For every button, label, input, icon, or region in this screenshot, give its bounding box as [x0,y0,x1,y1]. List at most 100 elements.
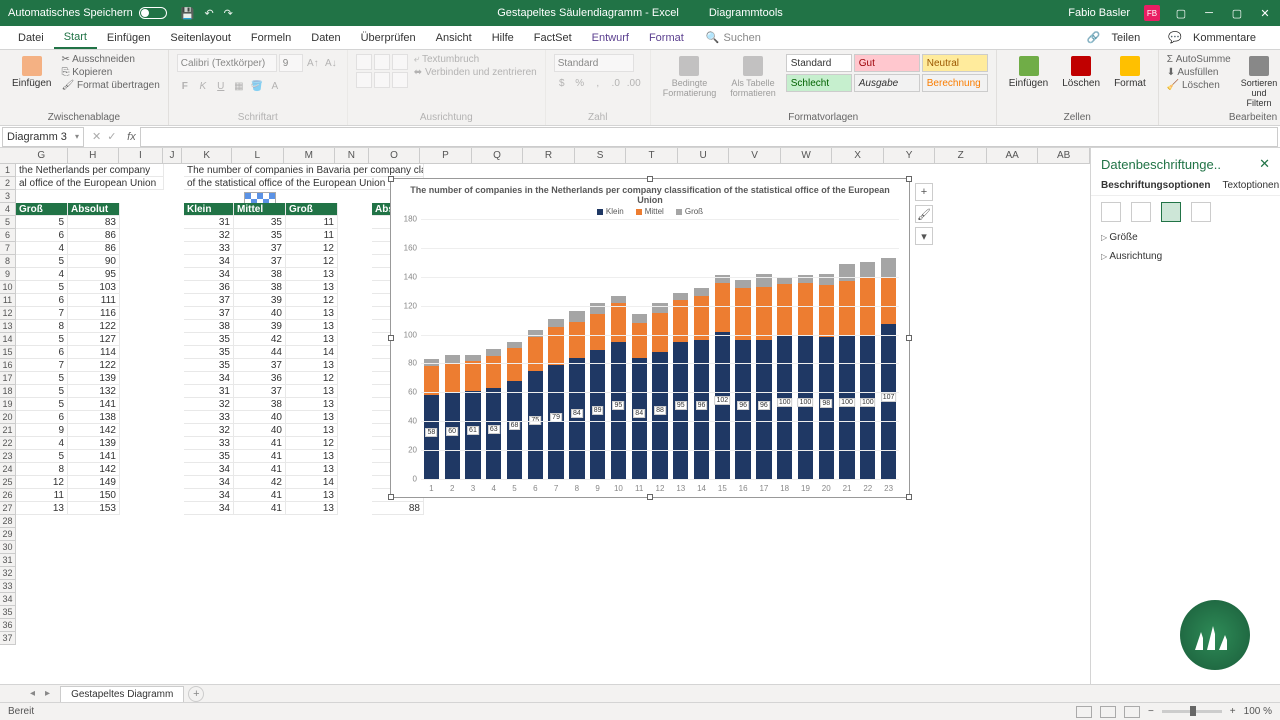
tab-daten[interactable]: Daten [301,28,350,48]
conditional-format-button[interactable]: Bedingte Formatierung [659,54,721,100]
search-icon[interactable]: 🔍 [706,31,720,44]
sheet-nav-first-icon[interactable]: ◂ [30,688,35,699]
chart-bars[interactable]: 5816026136346857567978488999510841188129… [421,219,899,479]
legend-klein[interactable]: Klein [597,207,624,216]
percent-icon[interactable]: % [572,75,588,91]
resize-handle[interactable] [647,176,653,182]
view-layout-icon[interactable] [1100,706,1116,718]
delete-cells-button[interactable]: Löschen [1058,54,1104,91]
tab-ansicht[interactable]: Ansicht [426,28,482,48]
number-format-select[interactable] [554,54,634,72]
tab-factset[interactable]: FactSet [524,28,582,48]
comments-button[interactable]: 💬 Kommentare [1160,28,1272,47]
minimize-icon[interactable]: ─ [1202,7,1216,19]
undo-icon[interactable]: ↶ [204,7,213,20]
user-avatar[interactable]: FB [1144,5,1160,21]
copy-button[interactable]: ⎘ Kopieren [61,67,159,78]
resize-handle[interactable] [388,494,394,500]
legend-mittel[interactable]: Mittel [636,207,664,216]
border-button[interactable]: ▦ [231,78,247,94]
wrap-text-button[interactable]: ⤶ Textumbruch [414,54,537,65]
sheet-tab-active[interactable]: Gestapeltes Diagramm [60,686,184,702]
currency-icon[interactable]: $ [554,75,570,91]
maximize-icon[interactable]: ▢ [1230,7,1244,20]
merge-button[interactable]: ⬌ Verbinden und zentrieren [414,67,537,78]
sheet-nav-prev-icon[interactable]: ▸ [45,688,50,699]
inc-decimal-icon[interactable]: .0 [608,75,624,91]
resize-handle[interactable] [388,176,394,182]
view-pagebreak-icon[interactable] [1124,706,1140,718]
pane-close-icon[interactable]: ✕ [1259,156,1270,172]
pane-icon-size[interactable] [1161,202,1181,222]
format-as-table-button[interactable]: Als Tabelle formatieren [726,54,780,100]
legend-gross[interactable]: Groß [676,207,703,216]
font-color-button[interactable]: A [267,78,283,94]
pane-tab-text-options[interactable]: Textoptionen [1222,180,1279,191]
cut-button[interactable]: ✂ Ausschneiden [61,54,159,65]
resize-handle[interactable] [906,335,912,341]
tab-entwurf[interactable]: Entwurf [582,28,639,48]
formula-input[interactable] [140,127,1278,147]
pane-icon-fill[interactable] [1101,202,1121,222]
save-icon[interactable]: 💾 [181,7,195,20]
tab-formeln[interactable]: Formeln [241,28,301,48]
tab-datei[interactable]: Datei [8,28,54,48]
zoom-slider[interactable] [1162,710,1222,713]
name-box[interactable]: Diagramm 3▾ [2,127,84,147]
chart-styles-button[interactable]: 🖌 [915,205,933,223]
autosum-button[interactable]: Σ AutoSumme [1167,54,1231,65]
underline-button[interactable]: U [213,78,229,94]
grow-font-icon[interactable]: A↑ [305,55,321,71]
style-standard[interactable]: Standard [786,54,852,72]
comma-icon[interactable]: , [590,75,606,91]
column-headers[interactable]: GHIJKLMNOPQRSTUVWXYZAAAB [0,148,1090,164]
ribbon-options-icon[interactable]: ▢ [1174,7,1188,20]
pane-icon-effects[interactable] [1131,202,1151,222]
tab-ueberpruefen[interactable]: Überprüfen [351,28,426,48]
dec-decimal-icon[interactable]: .00 [626,75,642,91]
bold-button[interactable]: F [177,78,193,94]
close-icon[interactable]: ✕ [1258,7,1272,20]
tab-start[interactable]: Start [54,27,97,49]
resize-handle[interactable] [906,494,912,500]
sort-filter-button[interactable]: Sortieren und Filtern [1237,54,1280,110]
insert-cells-button[interactable]: Einfügen [1005,54,1052,91]
resize-handle[interactable] [647,494,653,500]
format-painter-button[interactable]: 🖌 Format übertragen [61,80,159,91]
pane-tab-label-options[interactable]: Beschriftungsoptionen [1101,180,1210,191]
chart-title[interactable]: The number of companies in the Netherlan… [391,179,909,207]
fill-button[interactable]: ⬇ Ausfüllen [1167,67,1231,78]
paste-button[interactable]: Einfügen [8,54,55,91]
pane-icon-bars[interactable] [1191,202,1211,222]
redo-icon[interactable]: ↷ [224,7,233,20]
italic-button[interactable]: K [195,78,211,94]
enter-formula-icon[interactable]: ✓ [107,130,116,143]
fx-icon[interactable]: fx [122,131,140,143]
plot-area[interactable]: 020406080100120140160180 581602613634685… [421,219,899,479]
y-axis[interactable]: 020406080100120140160180 [395,219,419,479]
resize-handle[interactable] [388,335,394,341]
resize-handle[interactable] [906,176,912,182]
font-size-input[interactable] [279,54,303,72]
chart-object[interactable]: + 🖌 ▾ The number of companies in the Net… [390,178,910,498]
zoom-out-icon[interactable]: − [1148,706,1154,717]
style-gut[interactable]: Gut [854,54,920,72]
pane-item-groesse[interactable]: Größe [1091,228,1280,247]
style-schlecht[interactable]: Schlecht [786,74,852,92]
user-name[interactable]: Fabio Basler [1068,7,1130,19]
tab-format[interactable]: Format [639,28,694,48]
zoom-level[interactable]: 100 % [1244,706,1272,717]
style-ausgabe[interactable]: Ausgabe [854,74,920,92]
view-normal-icon[interactable] [1076,706,1092,718]
font-name-input[interactable] [177,54,277,72]
fill-color-button[interactable]: 🪣 [249,78,265,94]
cancel-formula-icon[interactable]: ✕ [92,130,101,143]
worksheet[interactable]: GHIJKLMNOPQRSTUVWXYZAAAB 123456789101112… [0,148,1090,684]
toggle-switch-icon[interactable] [139,7,167,19]
tab-einfuegen[interactable]: Einfügen [97,28,160,48]
chart-filter-button[interactable]: ▾ [915,227,933,245]
share-button[interactable]: 🔗 Teilen [1079,28,1157,47]
zoom-in-icon[interactable]: + [1230,706,1236,717]
search-label[interactable]: Suchen [724,32,761,44]
tab-seitenlayout[interactable]: Seitenlayout [160,28,241,48]
